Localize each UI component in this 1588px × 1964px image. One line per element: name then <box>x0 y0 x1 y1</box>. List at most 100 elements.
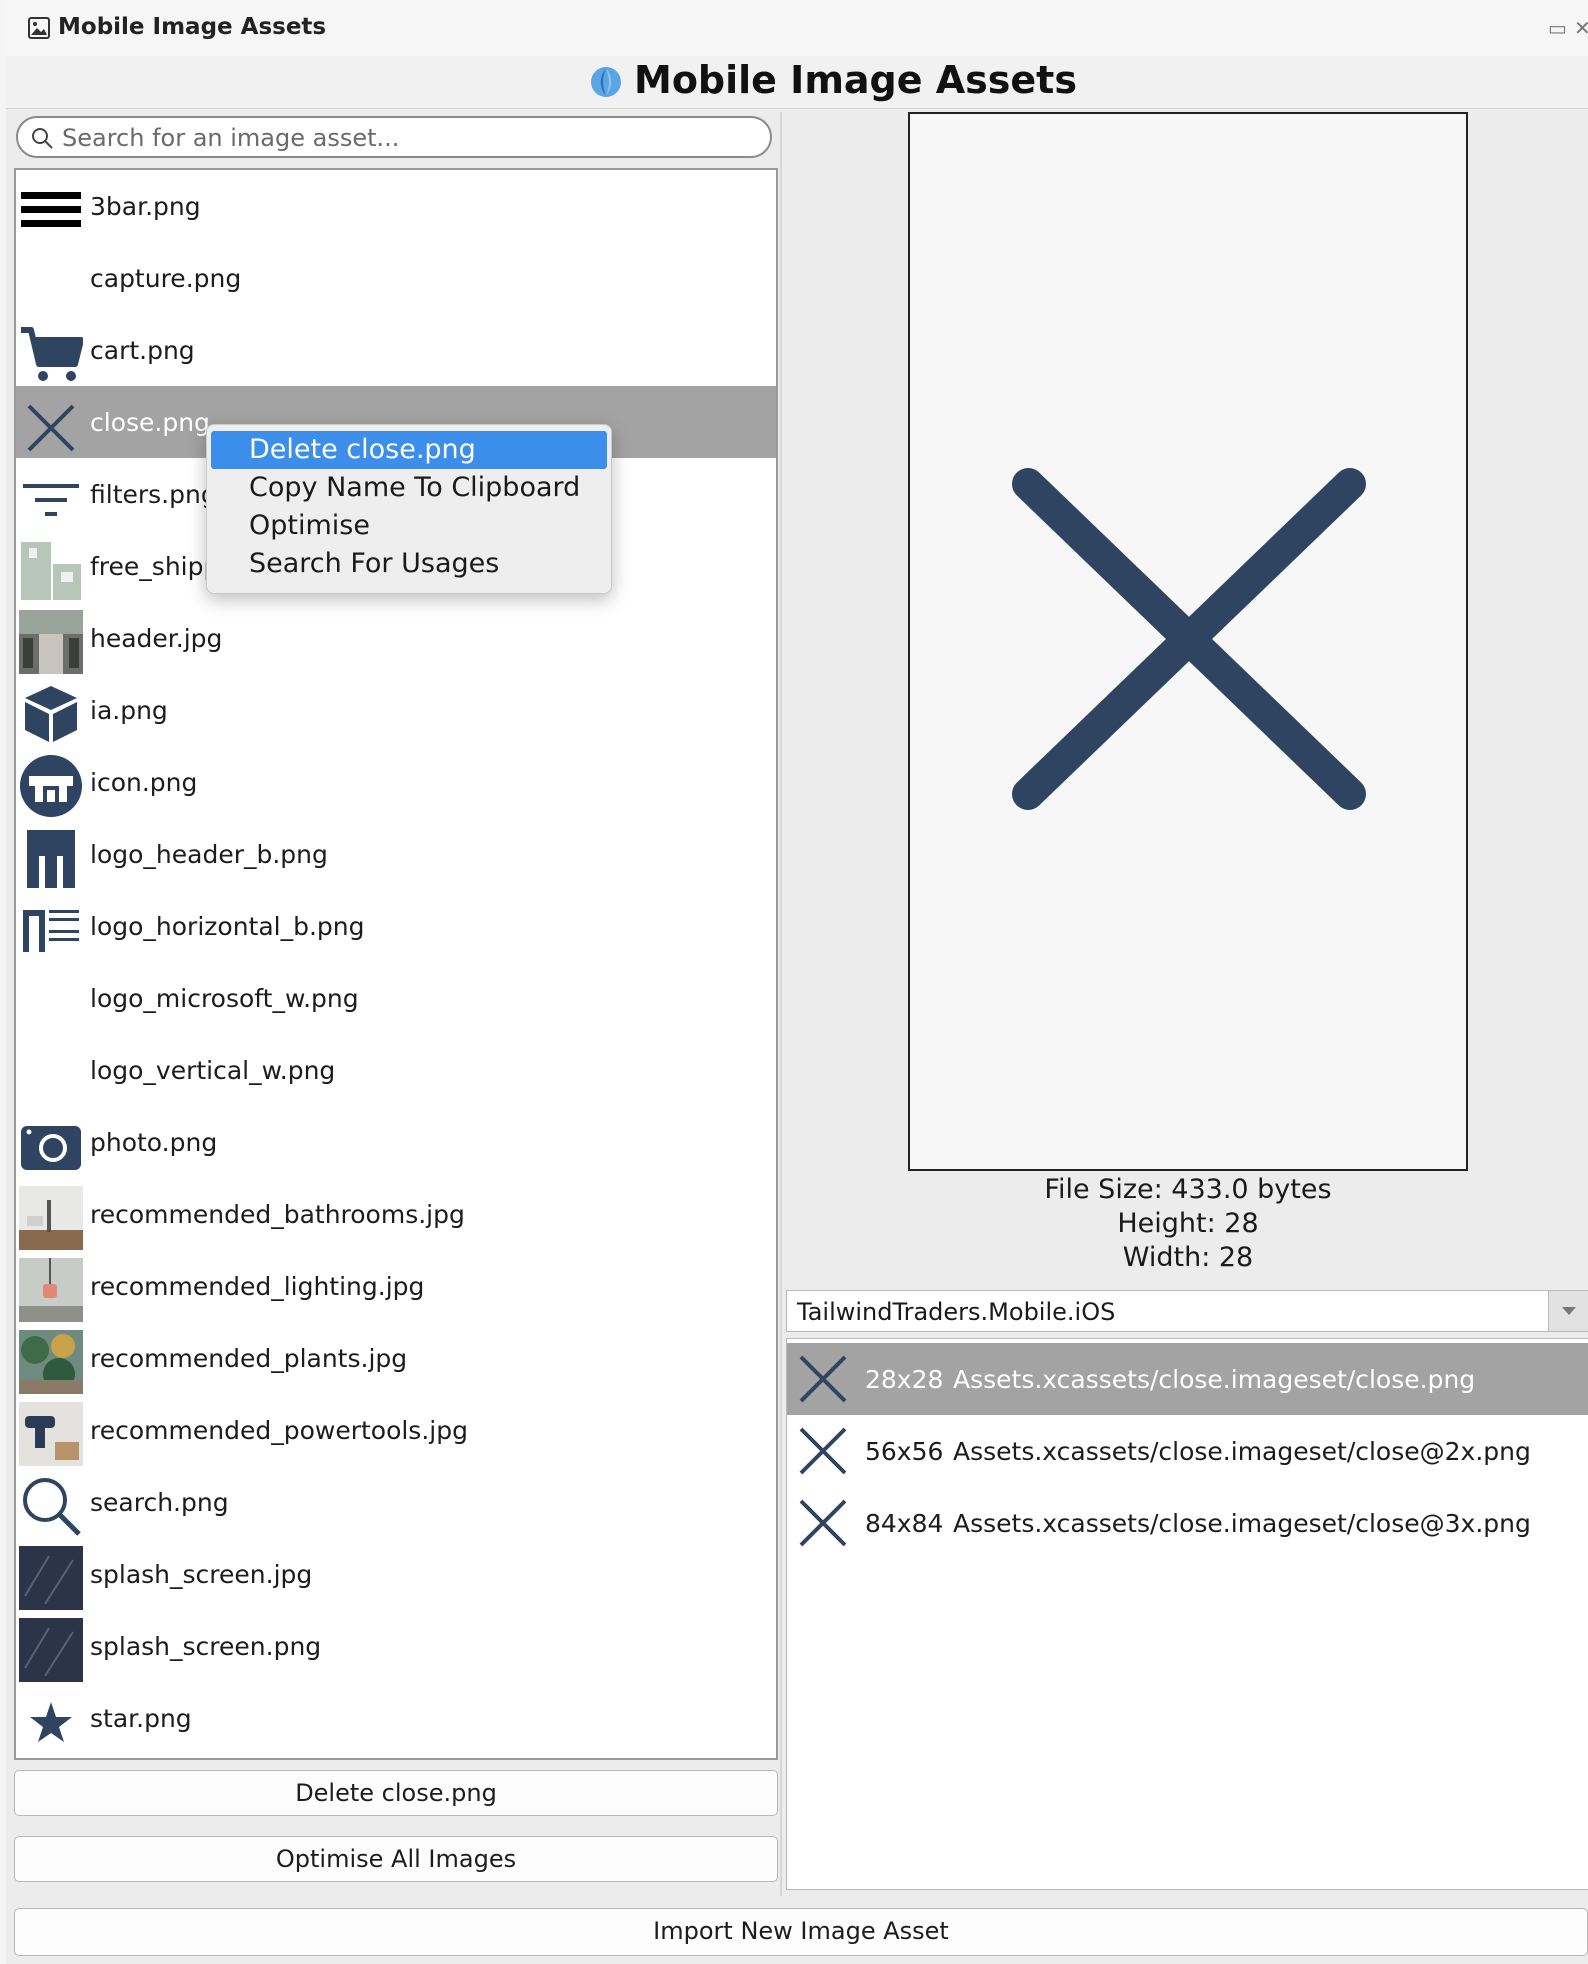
box-icon <box>25 686 77 742</box>
delete-button[interactable]: Delete close.png <box>14 1770 778 1816</box>
variant-row[interactable]: 56x56 Assets.xcassets/close.imageset/clo… <box>787 1415 1588 1487</box>
window-title: Mobile Image Assets <box>58 14 327 40</box>
blank-thumbnail <box>19 250 83 314</box>
import-button[interactable]: Import New Image Asset <box>14 1908 1588 1956</box>
height-label: Height: 28 <box>1117 1208 1259 1239</box>
free-shipping-icon <box>21 542 81 600</box>
star-icon <box>30 1702 72 1742</box>
asset-row-header[interactable]: header.jpg <box>16 602 776 674</box>
asset-row-recommended-plants[interactable]: recommended_plants.jpg <box>16 1322 776 1394</box>
asset-row-3bar[interactable]: 3bar.png <box>16 170 776 242</box>
splash-photo-thumb <box>19 1618 83 1682</box>
title-bar: Mobile Image Assets ▭ ✕ <box>6 0 1588 57</box>
logo-header-icon <box>27 830 75 888</box>
menu-item-delete[interactable]: Delete close.png <box>211 431 607 469</box>
asset-name: splash_screen.png <box>90 1632 322 1661</box>
menu-item-copy-name[interactable]: Copy Name To Clipboard <box>211 469 607 507</box>
header-photo-thumb <box>19 610 83 674</box>
asset-row-recommended-lighting[interactable]: recommended_lighting.jpg <box>16 1250 776 1322</box>
search-input[interactable] <box>60 122 764 154</box>
bathroom-photo-thumb <box>19 1186 83 1250</box>
asset-row-splash-screen-png[interactable]: splash_screen.png <box>16 1610 776 1682</box>
cart-icon <box>21 327 83 381</box>
blank-thumbnail <box>19 970 83 1034</box>
asset-name: free_shipp <box>90 552 220 581</box>
asset-row-cart[interactable]: cart.png <box>16 314 776 386</box>
asset-name: close.png <box>90 408 210 437</box>
search-icon <box>32 128 53 149</box>
asset-row-photo[interactable]: photo.png <box>16 1106 776 1178</box>
logo-horizontal-icon <box>23 910 79 952</box>
asset-name: recommended_plants.jpg <box>90 1344 408 1373</box>
width-label: Width: 28 <box>1122 1242 1254 1273</box>
asset-name: search.png <box>90 1488 229 1517</box>
asset-name: capture.png <box>90 264 242 293</box>
variant-dimensions: 84x84 <box>865 1509 944 1538</box>
asset-list[interactable]: 3bar.png capture.png cart.png close.png … <box>14 168 778 1760</box>
asset-name: splash_screen.jpg <box>90 1560 313 1589</box>
lighting-photo-thumb <box>19 1258 83 1322</box>
search-box[interactable] <box>16 116 772 158</box>
asset-name: filters.png <box>90 480 217 509</box>
variant-path: Assets.xcassets/close.imageset/close@3x.… <box>953 1509 1531 1538</box>
asset-name: logo_vertical_w.png <box>90 1056 336 1085</box>
asset-row-recommended-bathrooms[interactable]: recommended_bathrooms.jpg <box>16 1178 776 1250</box>
asset-row-ia[interactable]: ia.png <box>16 674 776 746</box>
menu-item-optimise[interactable]: Optimise <box>211 507 607 545</box>
context-menu: Delete close.png Copy Name To Clipboard … <box>206 424 612 594</box>
asset-row-search[interactable]: search.png <box>16 1466 776 1538</box>
splash-photo-thumb <box>19 1546 83 1610</box>
asset-row-logo-vertical-w[interactable]: logo_vertical_w.png <box>16 1034 776 1106</box>
variant-row[interactable]: 28x28 Assets.xcassets/close.imageset/clo… <box>787 1343 1588 1415</box>
page-title: Mobile Image Assets <box>634 58 1077 102</box>
asset-name: logo_header_b.png <box>90 840 328 869</box>
asset-name: logo_horizontal_b.png <box>90 912 365 941</box>
variant-dimensions: 28x28 <box>865 1365 944 1394</box>
asset-row-recommended-powertools[interactable]: recommended_powertools.jpg <box>16 1394 776 1466</box>
project-select-value: TailwindTraders.Mobile.iOS <box>797 1298 1116 1326</box>
asset-name: recommended_lighting.jpg <box>90 1272 425 1301</box>
asset-name: star.png <box>90 1704 192 1733</box>
image-preview <box>908 112 1468 1171</box>
page-header: Mobile Image Assets <box>6 56 1588 109</box>
asset-row-logo-microsoft-w[interactable]: logo_microsoft_w.png <box>16 962 776 1034</box>
close-icon <box>799 1427 847 1475</box>
store-round-icon <box>20 755 82 817</box>
three-bar-icon <box>21 192 81 227</box>
asset-name: icon.png <box>90 768 198 797</box>
variant-row[interactable]: 84x84 Assets.xcassets/close.imageset/clo… <box>787 1487 1588 1559</box>
variant-path: Assets.xcassets/close.imageset/close.png <box>953 1365 1476 1394</box>
asset-row-splash-screen-jpg[interactable]: splash_screen.jpg <box>16 1538 776 1610</box>
asset-name: 3bar.png <box>90 192 201 221</box>
filter-icon <box>23 484 79 516</box>
restore-icon[interactable]: ▭ <box>1548 16 1567 41</box>
close-icon <box>799 1355 847 1403</box>
magnifier-icon <box>23 1478 81 1536</box>
close-icon <box>1012 468 1366 810</box>
variant-list[interactable]: 28x28 Assets.xcassets/close.imageset/clo… <box>786 1338 1588 1890</box>
asset-name: logo_microsoft_w.png <box>90 984 359 1013</box>
close-icon <box>27 404 75 452</box>
image-app-icon <box>28 17 50 39</box>
blank-thumbnail <box>19 1042 83 1106</box>
asset-row-capture[interactable]: capture.png <box>16 242 776 314</box>
close-window-icon[interactable]: ✕ <box>1574 16 1588 41</box>
app-logo-icon <box>591 67 621 97</box>
asset-name: recommended_powertools.jpg <box>90 1416 468 1445</box>
asset-name: recommended_bathrooms.jpg <box>90 1200 465 1229</box>
asset-name: cart.png <box>90 336 195 365</box>
optimise-all-button[interactable]: Optimise All Images <box>14 1836 778 1882</box>
plants-photo-thumb <box>19 1330 83 1394</box>
menu-item-search-usages[interactable]: Search For Usages <box>211 545 607 583</box>
variant-dimensions: 56x56 <box>865 1437 944 1466</box>
variant-path: Assets.xcassets/close.imageset/close@2x.… <box>953 1437 1531 1466</box>
asset-row-logo-horizontal-b[interactable]: logo_horizontal_b.png <box>16 890 776 962</box>
chevron-down-icon[interactable] <box>1548 1291 1588 1331</box>
project-select[interactable]: TailwindTraders.Mobile.iOS <box>786 1290 1588 1332</box>
close-icon <box>799 1499 847 1547</box>
asset-row-star[interactable]: star.png <box>16 1682 776 1754</box>
powertools-photo-thumb <box>19 1402 83 1466</box>
asset-row-icon[interactable]: icon.png <box>16 746 776 818</box>
app-window: Mobile Image Assets ▭ ✕ Mobile Image Ass… <box>0 0 1588 1964</box>
asset-row-logo-header-b[interactable]: logo_header_b.png <box>16 818 776 890</box>
